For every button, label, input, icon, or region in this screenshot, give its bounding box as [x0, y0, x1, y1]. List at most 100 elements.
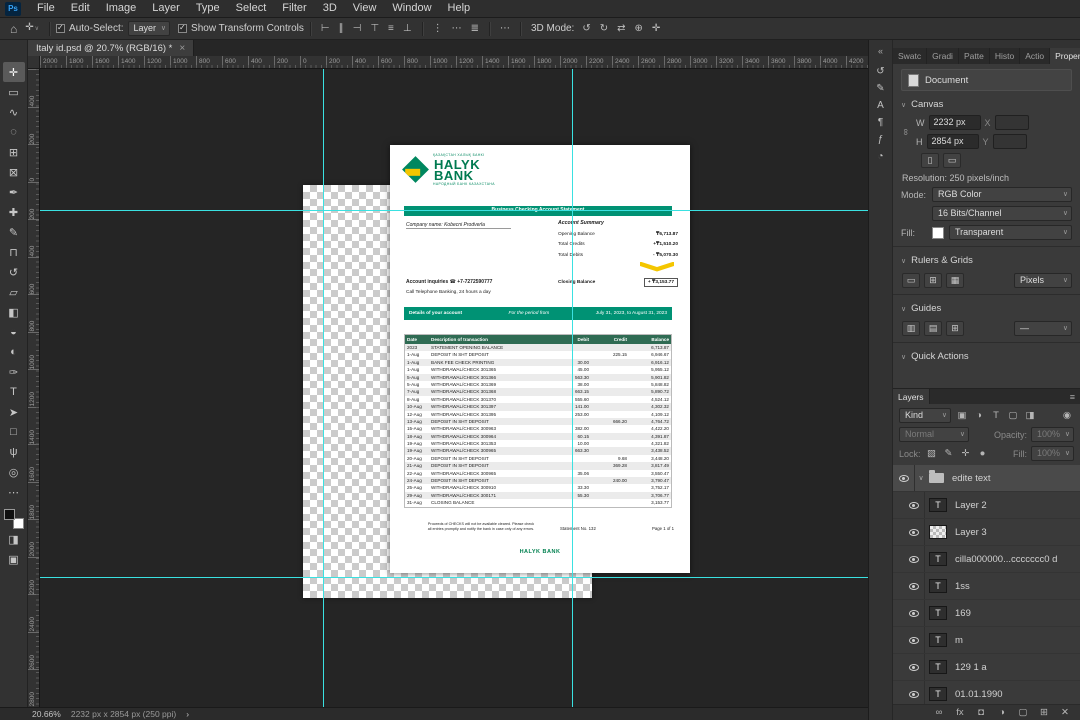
eyedropper-tool[interactable]: ✒ — [3, 182, 25, 202]
align-left-icon[interactable]: ⊢ — [317, 20, 334, 38]
status-menu-icon[interactable]: › — [186, 709, 189, 719]
toggle-grid-icon[interactable]: ⊞ — [924, 273, 942, 288]
filter-shape-icon[interactable]: ▢ — [1006, 409, 1020, 422]
menu-view[interactable]: View — [345, 0, 385, 17]
marquee-tool[interactable]: ▭ — [3, 82, 25, 102]
menu-file[interactable]: File — [29, 0, 63, 17]
pen-tool[interactable]: ✑ — [3, 362, 25, 382]
eraser-tool[interactable]: ▱ — [3, 282, 25, 302]
link-layers-icon[interactable]: ∞ — [932, 706, 946, 719]
auto-select-checkbox[interactable]: Auto-Select: — [56, 23, 124, 34]
3d-roll-icon[interactable]: ↻ — [596, 20, 612, 38]
panel-tab-properties[interactable]: Properties — [1050, 48, 1080, 64]
panel-tab-gradi[interactable]: Gradi — [927, 48, 959, 64]
layer-row[interactable]: T 169 — [893, 600, 1080, 627]
filter-type-icon[interactable]: T — [989, 409, 1003, 422]
layer-visibility-toggle[interactable] — [903, 681, 925, 704]
filter-smart-object-icon[interactable]: ◨ — [1023, 409, 1037, 422]
layer-visibility-toggle[interactable] — [893, 465, 915, 491]
lock-position-icon[interactable]: ✛ — [959, 447, 973, 460]
menu-layer[interactable]: Layer — [144, 0, 188, 17]
menu-filter[interactable]: Filter — [274, 0, 314, 17]
menu-image[interactable]: Image — [98, 0, 145, 17]
align-middle-icon[interactable]: ≡ — [384, 20, 398, 38]
adjustments-panel-icon[interactable]: ◔ — [872, 148, 890, 165]
layer-visibility-toggle[interactable] — [903, 492, 925, 518]
color-mode-dropdown[interactable]: RGB Color — [932, 187, 1072, 202]
document-properties-row[interactable]: Document — [901, 69, 1072, 91]
layer-row[interactable]: ∨ edite text — [893, 465, 1080, 492]
fill-swatch[interactable] — [932, 226, 944, 239]
lasso-tool[interactable]: ∿ — [3, 102, 25, 122]
opacity-dropdown[interactable]: 100% — [1030, 427, 1074, 442]
edit-toolbar-icon[interactable]: ⋯ — [3, 482, 25, 502]
layer-visibility-toggle[interactable] — [903, 519, 925, 545]
layer-group-icon[interactable]: ▢ — [1016, 706, 1030, 719]
lock-transparency-icon[interactable]: ▨ — [925, 447, 939, 460]
link-dimensions-icon[interactable]: ∞ — [901, 127, 911, 137]
3d-slide-icon[interactable]: ⊕ — [631, 20, 647, 38]
hand-tool[interactable]: ψ — [3, 442, 25, 462]
shape-tool[interactable]: □ — [3, 422, 25, 442]
crop-tool[interactable]: ⊞ — [3, 142, 25, 162]
3d-pan-icon[interactable]: ⇄ — [613, 20, 629, 38]
menu-help[interactable]: Help — [440, 0, 479, 17]
canvas-section-header[interactable]: ∨ Canvas — [901, 97, 1072, 112]
align-right-icon[interactable]: ⊣ — [349, 20, 366, 38]
layer-row[interactable]: T 129 1 a — [893, 654, 1080, 681]
layer-mask-icon[interactable]: ◘ — [974, 706, 988, 719]
path-selection-tool[interactable]: ➤ — [3, 402, 25, 422]
paragraph-panel-icon[interactable]: ¶ — [872, 114, 890, 131]
brush-tool[interactable]: ✎ — [3, 222, 25, 242]
dodge-tool[interactable]: ◐ — [3, 342, 25, 362]
layer-row[interactable]: T 1ss — [893, 573, 1080, 600]
healing-brush-tool[interactable]: ✚ — [3, 202, 25, 222]
quick-mask-button[interactable]: ◨ — [3, 529, 25, 549]
history-panel-icon[interactable]: ↺ — [872, 63, 890, 80]
frame-tool[interactable]: ⊠ — [3, 162, 25, 182]
panel-tab-actio[interactable]: Actio — [1020, 48, 1051, 64]
panel-tab-patte[interactable]: Patte — [959, 48, 990, 64]
menu-3d[interactable]: 3D — [315, 0, 345, 17]
bit-depth-dropdown[interactable]: 16 Bits/Channel — [932, 206, 1072, 221]
layer-visibility-toggle[interactable] — [903, 627, 925, 653]
expand-panels-icon[interactable]: « — [878, 46, 883, 56]
distribute-horizontal-icon[interactable]: ⋯ — [448, 20, 466, 38]
portrait-orientation-button[interactable]: ▯ — [921, 153, 939, 168]
layer-effects-icon[interactable]: fx — [953, 706, 967, 719]
home-icon[interactable]: ⌂ — [6, 20, 21, 38]
adjustment-layer-icon[interactable]: ◑ — [995, 706, 1009, 719]
distribute-spacing-icon[interactable]: ≣ — [467, 20, 483, 38]
menu-window[interactable]: Window — [384, 0, 439, 17]
foreground-color-swatch[interactable] — [3, 509, 15, 520]
new-layer-icon[interactable]: ⊞ — [1037, 706, 1051, 719]
3d-rotate-icon[interactable]: ↺ — [578, 20, 594, 38]
filter-pixel-icon[interactable]: ▣ — [955, 409, 969, 422]
align-top-icon[interactable]: ⊤ — [366, 20, 383, 38]
color-swatches[interactable] — [3, 509, 24, 529]
guides-section-header[interactable]: ∨ Guides — [901, 301, 1072, 316]
layer-row[interactable]: Tm — [893, 627, 1080, 654]
new-guide-icon[interactable]: ▥ — [902, 321, 920, 336]
blur-tool[interactable]: ◒ — [3, 322, 25, 342]
document-tab[interactable]: Italy id.psd @ 20.7% (RGB/16) * × — [28, 40, 195, 56]
align-bottom-icon[interactable]: ⊥ — [399, 20, 416, 38]
zoom-level-field[interactable]: 20.66% — [32, 709, 61, 719]
layers-panel-tab[interactable]: Layers — [893, 389, 930, 404]
close-tab-icon[interactable]: × — [179, 43, 185, 54]
clone-stamp-tool[interactable]: ⊓ — [3, 242, 25, 262]
menu-type[interactable]: Type — [188, 0, 228, 17]
3d-scale-icon[interactable]: ✛ — [648, 20, 664, 38]
clear-guides-icon[interactable]: ⊞ — [946, 321, 964, 336]
horizontal-guide-2[interactable] — [40, 577, 868, 578]
layer-visibility-toggle[interactable] — [903, 654, 925, 680]
auto-select-target-dropdown[interactable]: Layer — [127, 21, 171, 36]
height-field[interactable]: 2854 px — [926, 134, 979, 149]
panel-tab-swatc[interactable]: Swatc — [893, 48, 928, 64]
quick-actions-section-header[interactable]: ∨ Quick Actions — [901, 349, 1072, 364]
move-tool[interactable]: ✛ — [2, 62, 25, 82]
brushes-panel-icon[interactable]: ✎ — [872, 80, 890, 97]
kind-filter-dropdown[interactable]: Kind — [899, 408, 951, 423]
layer-row[interactable]: T Layer 2 — [893, 492, 1080, 519]
filter-adjustment-icon[interactable]: ◑ — [972, 409, 986, 422]
